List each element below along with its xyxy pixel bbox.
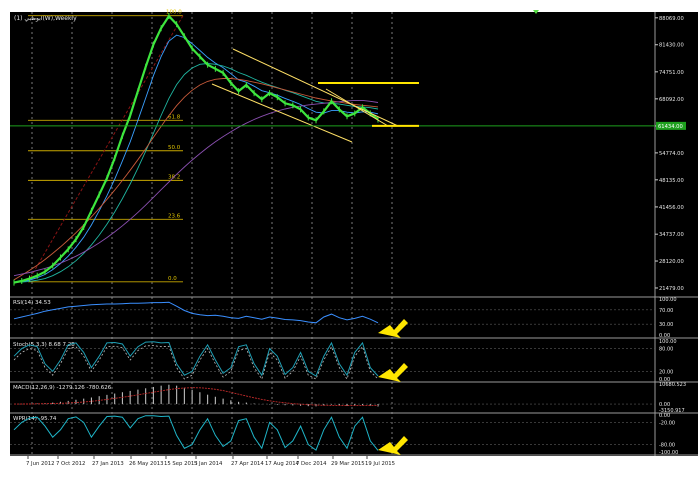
fibonacci-label: 0.0 [168, 276, 177, 282]
date-label: 27 Apr 2014 [231, 461, 264, 467]
date-label: 19 Jul 2015 [365, 461, 395, 467]
date-label: 7 Oct 2012 [56, 461, 85, 467]
indicator-name: Stoch(5,3,3) 8.68 7.28 [13, 342, 75, 348]
price-tick-label: 74751.00 [659, 70, 684, 76]
indicator-name: RSI(14) 34.53 [13, 300, 51, 306]
last-price-label: 61434.00 [658, 124, 683, 130]
date-label: 7 Jun 2012 [26, 461, 55, 467]
chart-root: 88069.0081430.0074751.0068092.0061413.00… [0, 0, 698, 474]
indicator-tick-label: 100.00 [659, 297, 677, 303]
date-label: 5 Jan 2014 [194, 461, 223, 467]
date-label: 29 Mar 2015 [331, 461, 365, 467]
price-tick-label: 28120.00 [659, 259, 684, 265]
chart-canvas: 88069.0081430.0074751.0068092.0061413.00… [0, 0, 698, 474]
date-label: 15 Sep 2013 [164, 461, 198, 467]
indicator-tick-label: 30.00 [659, 322, 673, 328]
date-label: 7 Dec 2014 [296, 461, 327, 467]
price-tick-label: 81430.00 [659, 43, 684, 49]
indicator-tick-label: -20.00 [659, 420, 675, 426]
indicator-tick-label: 20.00 [659, 369, 673, 375]
fibonacci-label: 50.0 [168, 145, 181, 151]
indicator-tick-label: 80.00 [659, 347, 673, 353]
price-tick-label: 68092.00 [659, 97, 684, 103]
indicator-tick-label: -100.00 [659, 450, 678, 456]
price-tick-label: 34737.00 [659, 232, 684, 238]
indicator-tick-label: 100.00 [659, 339, 677, 345]
price-tick-label: 21479.00 [659, 286, 684, 292]
date-label: 26 May 2013 [129, 461, 164, 467]
indicator-tick-label: 10680.523 [659, 382, 686, 388]
indicator-tick-label: 70.00 [659, 308, 673, 314]
indicator-tick-label: 0.00 [659, 413, 670, 419]
date-label: 17 Aug 2014 [265, 461, 300, 467]
price-tick-label: 41456.00 [659, 205, 684, 211]
indicator-tick-label: -80.00 [659, 443, 675, 449]
indicator-name: MACD(12,26,9) -1279.126 -780.626 [13, 385, 112, 391]
date-label: 27 Jan 2013 [92, 461, 124, 467]
fibonacci-label: 61.8 [168, 114, 181, 120]
fibonacci-label: 23.6 [168, 213, 181, 219]
price-tick-label: 54774.00 [659, 151, 684, 157]
price-tick-label: 88069.00 [659, 16, 684, 22]
price-tick-label: 48135.00 [659, 178, 684, 184]
indicator-name: WPR(14) -95.74 [13, 416, 57, 422]
